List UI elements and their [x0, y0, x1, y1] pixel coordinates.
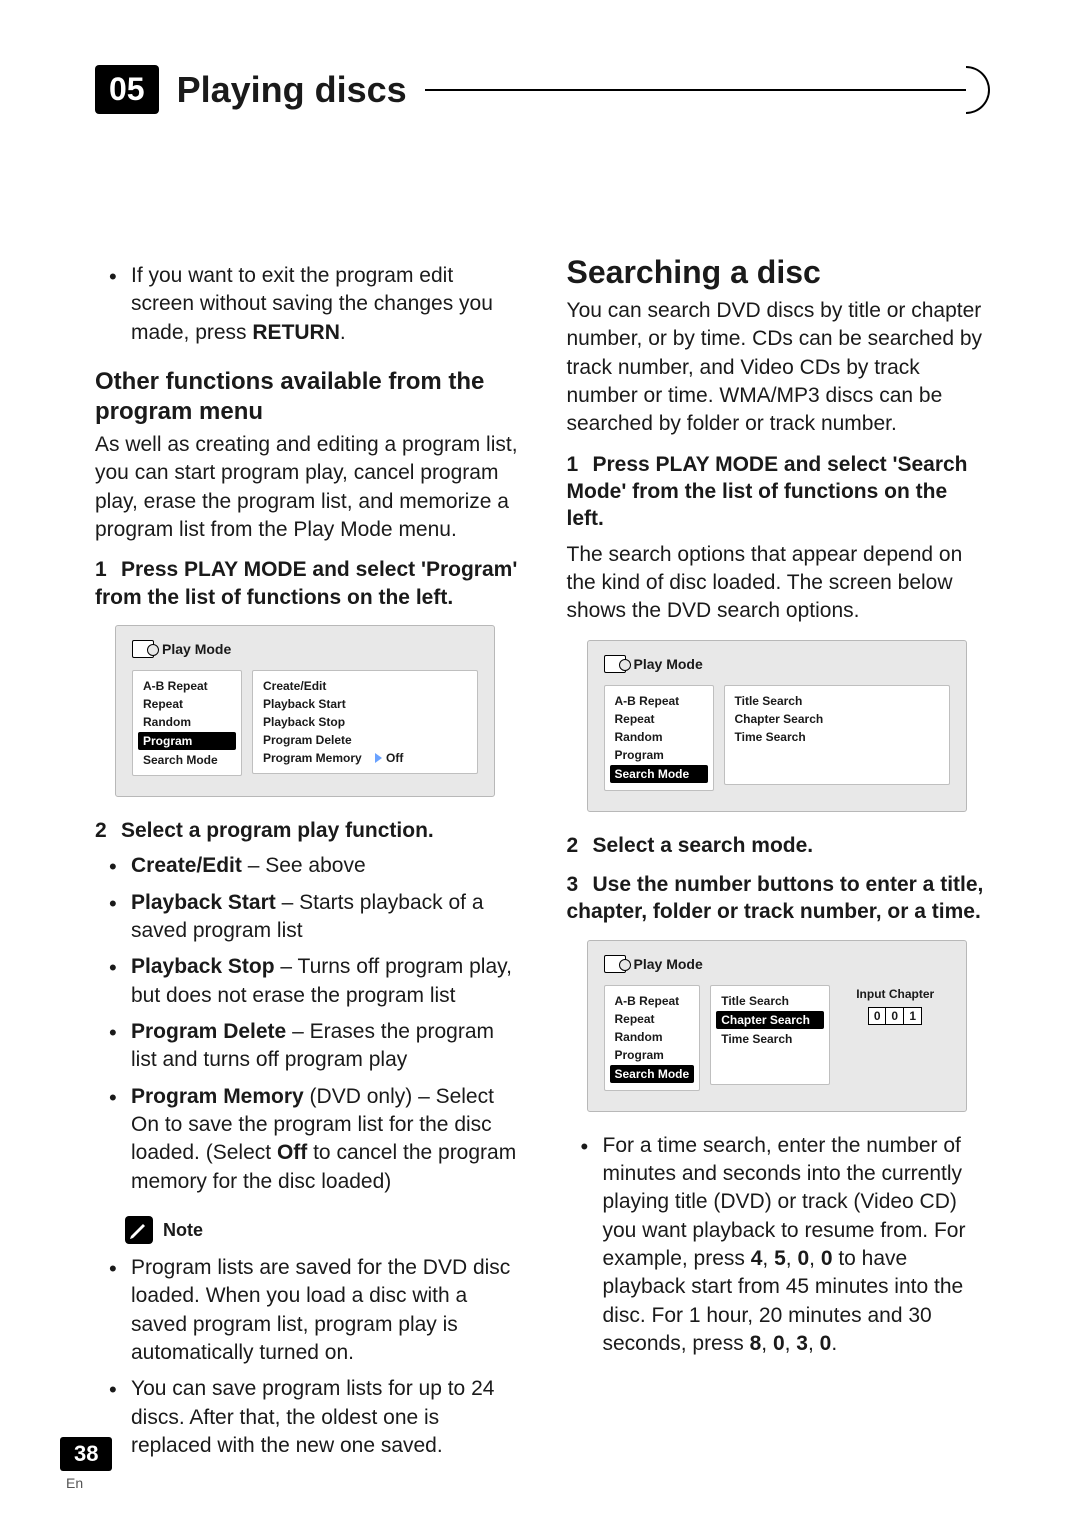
ui-input-box: Input Chapter 001 — [840, 985, 950, 1027]
right-column: Searching a disc You can search DVD disc… — [567, 254, 991, 1472]
menu-item: Time Search — [733, 728, 941, 746]
digit-cell: 0 — [886, 1007, 904, 1025]
menu-item: Repeat — [613, 1010, 692, 1028]
function-bullets: Create/Edit – See above Playback Start – … — [95, 852, 519, 1196]
right-step-3: 3Use the number buttons to enter a title… — [567, 871, 991, 926]
input-label: Input Chapter — [844, 987, 946, 1001]
step-text: Press PLAY MODE and select 'Program' fro… — [95, 558, 517, 608]
menu-item: Program Delete — [261, 731, 469, 749]
function-bullet: Create/Edit – See above — [131, 852, 519, 880]
heading-other-functions: Other functions available from the progr… — [95, 367, 519, 427]
intro-bullet: If you want to exit the program edit scr… — [131, 262, 519, 347]
right-step-2: 2Select a search mode. — [567, 832, 991, 859]
step-number: 3 — [567, 871, 593, 898]
ui-left-pane: A-B RepeatRepeatRandomProgramSearch Mode — [132, 670, 242, 776]
menu-item: Program — [613, 746, 705, 764]
menu-item: Chapter Search — [733, 710, 941, 728]
pencil-icon — [125, 1216, 153, 1244]
intro-post: . — [340, 321, 346, 344]
page-footer: 38 En — [60, 1437, 112, 1491]
digit-cell: 1 — [904, 1007, 922, 1025]
menu-item: Random — [141, 713, 233, 731]
function-bullet: Playback Start – Starts playback of a sa… — [131, 889, 519, 946]
intro-bold: RETURN — [252, 321, 340, 344]
ui-title-text: Play Mode — [634, 956, 703, 972]
step-text: Select a search mode. — [593, 834, 814, 857]
step-text: Use the number buttons to enter a title,… — [567, 873, 984, 923]
note-bullets: Program lists are saved for the DVD disc… — [95, 1254, 519, 1460]
play-mode-icon — [604, 655, 626, 673]
menu-item: Program — [613, 1046, 692, 1064]
menu-item: A-B Repeat — [613, 992, 692, 1010]
ui-search-menu: Play Mode A-B RepeatRepeatRandomProgramS… — [587, 640, 967, 812]
play-mode-icon — [604, 955, 626, 973]
ui-title: Play Mode — [132, 640, 478, 658]
page-header: 05 Playing discs — [95, 65, 990, 114]
time-search-bullet: For a time search, enter the number of m… — [603, 1132, 991, 1359]
ui-title: Play Mode — [604, 655, 950, 673]
input-digits: 001 — [844, 1007, 946, 1025]
left-step-2: 2Select a program play function. — [95, 817, 519, 844]
ui-right-pane: Title SearchChapter SearchTime Search — [724, 685, 950, 785]
menu-item: Search Mode — [141, 751, 233, 769]
ui-title-text: Play Mode — [162, 641, 231, 657]
heading-searching: Searching a disc — [567, 254, 991, 291]
step-number: 2 — [95, 817, 121, 844]
para-other-functions: As well as creating and editing a progra… — [95, 431, 519, 544]
step-number: 1 — [95, 556, 121, 583]
page-number: 38 — [60, 1437, 112, 1471]
function-bullet: Program Delete – Erases the program list… — [131, 1018, 519, 1075]
para-after-step1: The search options that appear depend on… — [567, 541, 991, 626]
header-rule — [425, 66, 990, 114]
function-bullet: Program Memory (DVD only) – Select On to… — [131, 1083, 519, 1196]
ui-title-text: Play Mode — [634, 656, 703, 672]
chapter-title: Playing discs — [177, 69, 407, 111]
left-column: If you want to exit the program edit scr… — [95, 254, 519, 1472]
menu-item: A-B Repeat — [141, 677, 233, 695]
ui-search-input: Play Mode A-B RepeatRepeatRandomProgramS… — [587, 940, 967, 1112]
ui-left-pane: A-B RepeatRepeatRandomProgramSearch Mode — [604, 985, 701, 1091]
play-triangle-icon — [375, 753, 382, 763]
menu-item: Title Search — [733, 692, 941, 710]
note-row: Note — [125, 1216, 519, 1244]
menu-item: Playback Start — [261, 695, 469, 713]
note-bullet: Program lists are saved for the DVD disc… — [131, 1254, 519, 1367]
menu-item: Random — [613, 728, 705, 746]
menu-item: Program Memory Off — [261, 749, 469, 767]
step-number: 1 — [567, 451, 593, 478]
note-bullet: You can save program lists for up to 24 … — [131, 1375, 519, 1460]
menu-item: A-B Repeat — [613, 692, 705, 710]
menu-item: Repeat — [613, 710, 705, 728]
header-right: Playing discs — [177, 66, 990, 114]
ui-right-pane: Create/EditPlayback StartPlayback StopPr… — [252, 670, 478, 774]
step-text: Press PLAY MODE and select 'Search Mode'… — [567, 453, 968, 531]
ui-program-menu: Play Mode A-B RepeatRepeatRandomProgramS… — [115, 625, 495, 797]
ui-right-pane: Title SearchChapter SearchTime Search — [710, 985, 830, 1085]
menu-item: Program — [138, 732, 236, 750]
menu-item: Time Search — [719, 1030, 821, 1048]
function-bullet: Playback Stop – Turns off program play, … — [131, 953, 519, 1010]
step-text: Select a program play function. — [121, 819, 434, 842]
para-searching: You can search DVD discs by title or cha… — [567, 297, 991, 439]
chapter-number-badge: 05 — [95, 65, 159, 114]
left-step-1: 1Press PLAY MODE and select 'Program' fr… — [95, 556, 519, 611]
menu-item: Create/Edit — [261, 677, 469, 695]
menu-item: Chapter Search — [716, 1011, 824, 1029]
play-mode-icon — [132, 640, 154, 658]
step-number: 2 — [567, 832, 593, 859]
ui-title: Play Mode — [604, 955, 950, 973]
menu-item: Playback Stop — [261, 713, 469, 731]
right-step-1: 1Press PLAY MODE and select 'Search Mode… — [567, 451, 991, 533]
menu-item: Search Mode — [610, 1065, 695, 1083]
page-language: En — [60, 1475, 112, 1491]
menu-item: Search Mode — [610, 765, 708, 783]
menu-item: Title Search — [719, 992, 821, 1010]
ui-left-pane: A-B RepeatRepeatRandomProgramSearch Mode — [604, 685, 714, 791]
menu-item: Repeat — [141, 695, 233, 713]
menu-item: Random — [613, 1028, 692, 1046]
note-label: Note — [163, 1220, 203, 1241]
digit-cell: 0 — [868, 1007, 886, 1025]
